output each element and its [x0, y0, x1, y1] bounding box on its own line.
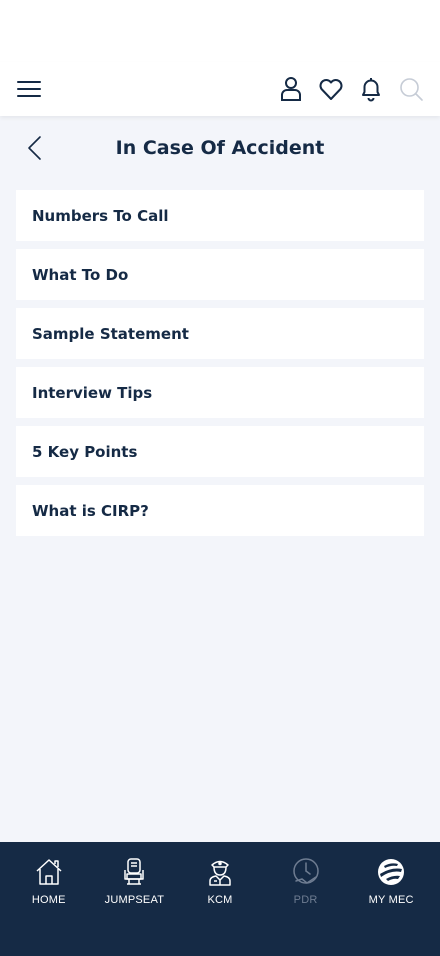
pdr-icon: [290, 856, 322, 888]
search-icon[interactable]: [398, 76, 424, 102]
tab-label: HOME: [31, 894, 66, 906]
tab-label: PDR: [293, 894, 318, 906]
menu-icon[interactable]: [16, 76, 42, 102]
list-item-label: What is CIRP?: [32, 501, 149, 520]
title-row: In Case Of Accident: [0, 116, 440, 180]
list-item-5-key-points[interactable]: 5 Key Points: [16, 426, 424, 477]
tab-my-mec[interactable]: MY MEC: [351, 856, 431, 956]
tab-home[interactable]: HOME: [9, 856, 89, 956]
list-item-label: Sample Statement: [32, 324, 189, 343]
heart-icon[interactable]: [318, 76, 344, 102]
globe-icon: [375, 856, 407, 888]
tab-pdr[interactable]: PDR: [266, 856, 346, 956]
seat-icon: [118, 856, 150, 888]
list-item-label: Interview Tips: [32, 383, 153, 402]
back-chevron-icon[interactable]: [22, 134, 48, 162]
status-area: [0, 0, 440, 62]
list-item-numbers-to-call[interactable]: Numbers To Call: [16, 190, 424, 241]
user-icon[interactable]: [278, 76, 304, 102]
tab-jumpseat[interactable]: JUMPSEAT: [94, 856, 174, 956]
list-item-label: 5 Key Points: [32, 442, 138, 461]
bottom-tab-bar: HOME JUMPSEAT KCM PDR MY MEC: [0, 842, 440, 956]
list-item-what-to-do[interactable]: What To Do: [16, 249, 424, 300]
top-bar: [0, 62, 440, 116]
tab-kcm[interactable]: KCM: [180, 856, 260, 956]
list-item-interview-tips[interactable]: Interview Tips: [16, 367, 424, 418]
list-item-what-is-cirp[interactable]: What is CIRP?: [16, 485, 424, 536]
page-title: In Case Of Accident: [115, 137, 325, 159]
header-actions: [278, 76, 424, 102]
list-item-label: Numbers To Call: [32, 206, 169, 225]
pilot-icon: [204, 856, 236, 888]
home-icon: [33, 856, 65, 888]
accident-menu-list: Numbers To Call What To Do Sample Statem…: [0, 180, 440, 536]
bell-icon[interactable]: [358, 76, 384, 102]
tab-label: JUMPSEAT: [104, 894, 165, 906]
list-item-sample-statement[interactable]: Sample Statement: [16, 308, 424, 359]
tab-label: KCM: [207, 894, 233, 906]
tab-label: MY MEC: [368, 894, 414, 906]
list-item-label: What To Do: [32, 265, 129, 284]
